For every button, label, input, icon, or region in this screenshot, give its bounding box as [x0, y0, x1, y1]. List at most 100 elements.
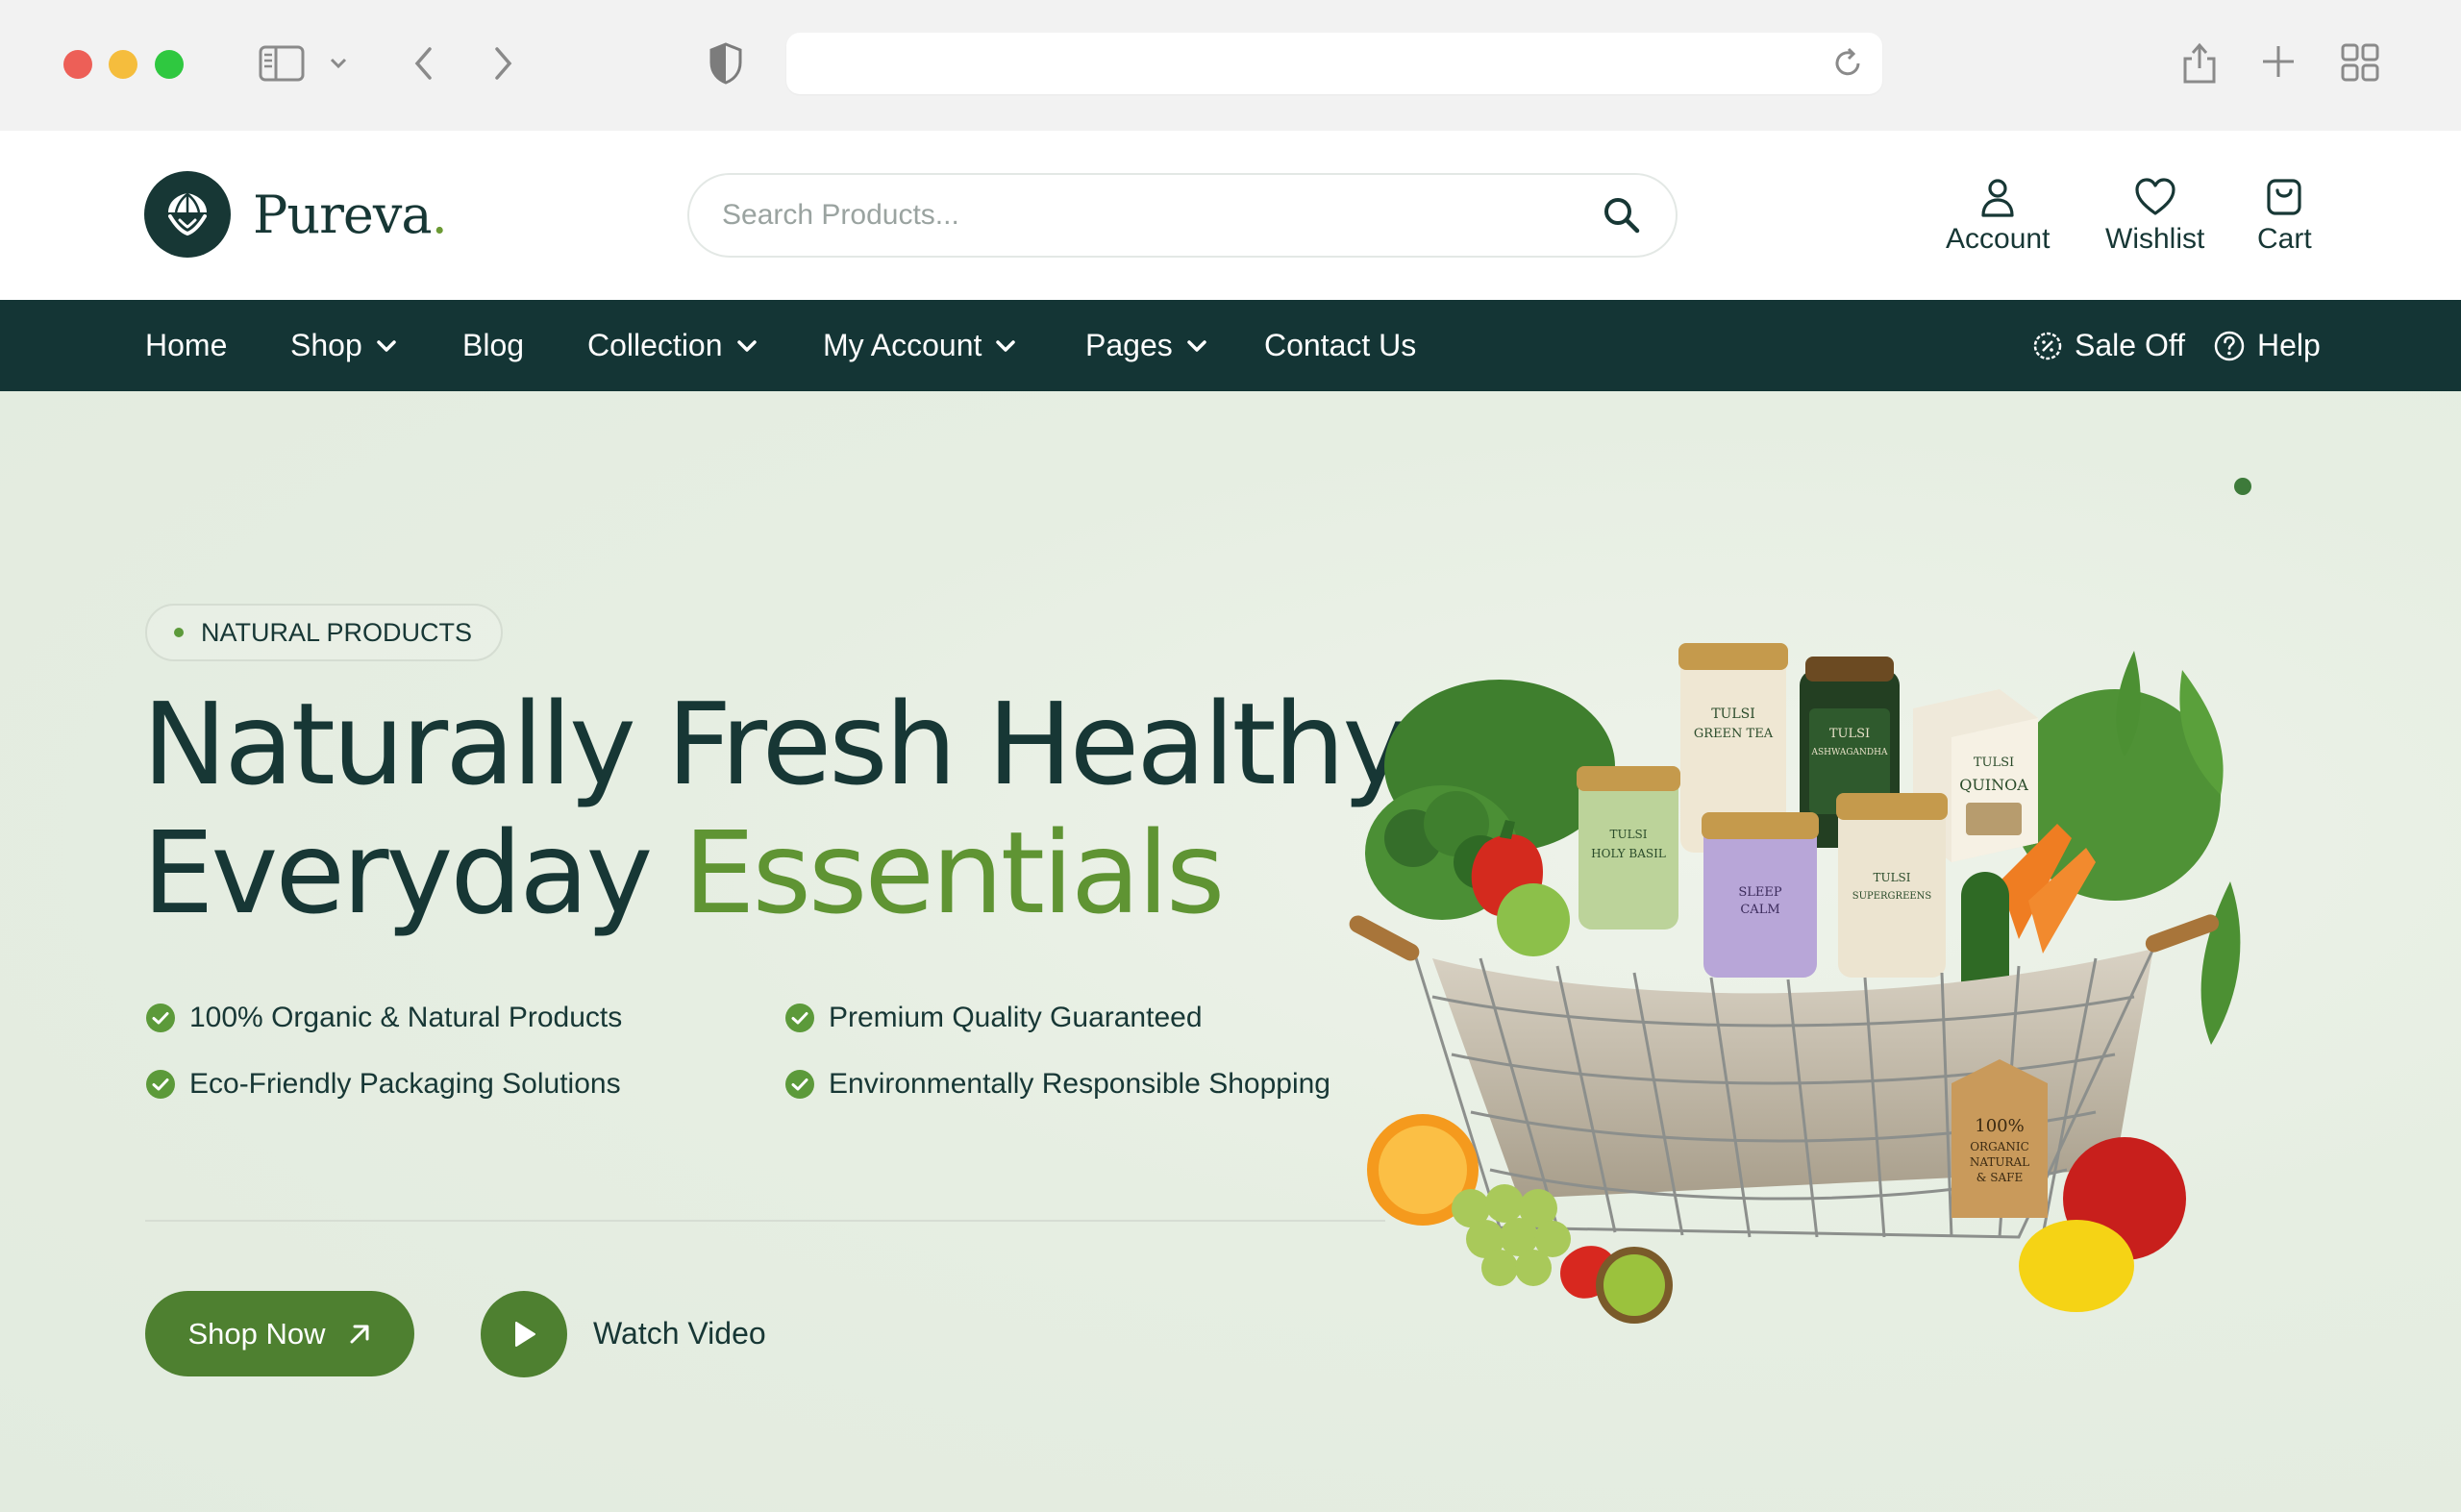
- badge-dot: [174, 628, 184, 637]
- basket-handle: [1349, 915, 1420, 961]
- jar-holy-basil: TULSI HOLY BASIL: [1577, 766, 1680, 930]
- svg-text:QUINOA: QUINOA: [1959, 776, 2028, 794]
- main-nav: Home Shop Blog Collection My Account Pag…: [0, 300, 2461, 391]
- nav-item-blog[interactable]: Blog: [462, 300, 524, 391]
- svg-text:TULSI: TULSI: [1873, 871, 1910, 884]
- address-bar[interactable]: [786, 33, 1882, 94]
- nav-item-pages[interactable]: Pages: [1085, 300, 1207, 391]
- hero-product-basket-image: TULSI GREEN TEA TULSI ASHWAGANDHA TULSI …: [1349, 643, 2241, 1324]
- nav-item-shop[interactable]: Shop: [290, 300, 397, 391]
- brand-dot: .: [431, 185, 448, 245]
- feature-item: Premium Quality Guaranteed: [784, 1002, 1203, 1034]
- feature-item: Eco-Friendly Packaging Solutions: [145, 1068, 621, 1101]
- jar-sleep-calm: SLEEP CALM: [1702, 812, 1819, 978]
- browser-toolbar: [0, 0, 2461, 131]
- share-icon[interactable]: [2178, 37, 2221, 87]
- svg-text:ASHWAGANDHA: ASHWAGANDHA: [1811, 748, 1888, 757]
- green-apple: [1497, 883, 1570, 956]
- chevron-down-icon[interactable]: [327, 54, 350, 73]
- nav-item-home[interactable]: Home: [145, 300, 227, 391]
- shop-now-button[interactable]: Shop Now: [145, 1291, 414, 1376]
- nav-item-collection[interactable]: Collection: [587, 300, 758, 391]
- help-icon: [2214, 331, 2245, 360]
- svg-text:TULSI: TULSI: [1974, 756, 2014, 770]
- hero-badge-text: NATURAL PRODUCTS: [201, 617, 473, 647]
- help-label: Help: [2257, 328, 2321, 362]
- headline-line-2: Everyday Essentials: [142, 808, 1406, 937]
- check-circle-icon: [784, 1003, 815, 1033]
- slider-dot[interactable]: [2234, 478, 2251, 495]
- forward-icon[interactable]: [486, 42, 519, 85]
- tab-overview-icon[interactable]: [2340, 42, 2380, 83]
- shop-now-label: Shop Now: [187, 1316, 326, 1351]
- minimize-window-button[interactable]: [109, 50, 137, 79]
- hero-headline: Naturally Fresh Healthy Everyday Essenti…: [142, 678, 1409, 937]
- feature-item: 100% Organic & Natural Products: [145, 1002, 622, 1034]
- close-window-button[interactable]: [63, 50, 92, 79]
- lemon: [2019, 1220, 2134, 1312]
- hero-badge: NATURAL PRODUCTS: [145, 604, 504, 661]
- check-circle-icon: [784, 1069, 815, 1100]
- nav-label: Home: [145, 328, 228, 362]
- chevron-down-icon: [1186, 339, 1207, 353]
- headline-line-1: Naturally Fresh Healthy: [142, 678, 1409, 810]
- svg-text:NATURAL: NATURAL: [1970, 1155, 2029, 1169]
- brand-logo-icon[interactable]: [144, 171, 231, 258]
- search-input[interactable]: [722, 175, 1587, 256]
- account-link[interactable]: Account: [1946, 177, 2050, 256]
- check-circle-icon: [145, 1003, 176, 1033]
- jar-supergreens: TULSI SUPERGREENS: [1836, 793, 1948, 978]
- back-icon[interactable]: [408, 42, 440, 85]
- watch-video-link[interactable]: Watch Video: [593, 1316, 766, 1351]
- svg-text:SLEEP: SLEEP: [1738, 885, 1782, 900]
- svg-text:TULSI: TULSI: [1609, 828, 1647, 841]
- feature-text: Premium Quality Guaranteed: [829, 1002, 1203, 1033]
- heart-icon: [2135, 178, 2175, 215]
- svg-text:TULSI: TULSI: [1711, 706, 1755, 722]
- play-icon: [515, 1322, 535, 1347]
- nav-label: Contact Us: [1264, 328, 1417, 362]
- feature-item: Environmentally Responsible Shopping: [784, 1068, 1330, 1101]
- headline-accent: Essentials: [683, 806, 1226, 939]
- svg-text:GREEN TEA: GREEN TEA: [1694, 727, 1774, 741]
- account-label: Account: [1946, 223, 2051, 255]
- check-circle-icon: [145, 1069, 176, 1100]
- discount-icon: [2033, 332, 2062, 359]
- grapes: [1452, 1184, 1571, 1286]
- svg-text:SUPERGREENS: SUPERGREENS: [1852, 891, 1932, 902]
- site-header: Pureva. Account Wishlist Cart: [0, 131, 2461, 300]
- brand-name-text: Pureva: [253, 185, 433, 245]
- chevron-down-icon: [736, 339, 758, 353]
- svg-text:& SAFE: & SAFE: [1976, 1171, 2023, 1184]
- brand-name[interactable]: Pureva.: [253, 185, 448, 245]
- sidebar-icon[interactable]: [258, 42, 306, 85]
- wishlist-label: Wishlist: [2105, 223, 2205, 255]
- nav-item-my-account[interactable]: My Account: [823, 300, 1016, 391]
- bag-icon: [2267, 179, 2301, 215]
- wishlist-link[interactable]: Wishlist: [2105, 177, 2204, 256]
- headline-part-a: Everyday: [142, 806, 684, 939]
- feature-text: Eco-Friendly Packaging Solutions: [189, 1068, 621, 1100]
- svg-text:100%: 100%: [1975, 1116, 2024, 1136]
- svg-text:HOLY BASIL: HOLY BASIL: [1591, 847, 1666, 860]
- shield-icon[interactable]: [706, 40, 746, 87]
- play-video-button[interactable]: [481, 1291, 567, 1377]
- chevron-down-icon: [376, 339, 397, 353]
- cart-link[interactable]: Cart: [2257, 177, 2312, 256]
- zoom-window-button[interactable]: [155, 50, 184, 79]
- search-bar: [687, 173, 1678, 258]
- feature-text: Environmentally Responsible Shopping: [829, 1068, 1330, 1100]
- reload-icon[interactable]: [1830, 46, 1865, 81]
- sale-off-label: Sale Off: [2075, 328, 2186, 362]
- nav-label: Pages: [1085, 328, 1173, 362]
- arrow-up-right-icon: [350, 1325, 369, 1343]
- nav-item-contact[interactable]: Contact Us: [1264, 300, 1416, 391]
- new-tab-icon[interactable]: [2259, 42, 2298, 81]
- organic-tag: 100% ORGANIC NATURAL & SAFE: [1951, 1059, 2048, 1218]
- nav-label: Collection: [587, 328, 723, 362]
- search-icon[interactable]: [1603, 196, 1641, 239]
- nav-label: Blog: [462, 328, 525, 362]
- sale-off-link[interactable]: Sale Off: [2032, 300, 2185, 391]
- svg-text:ORGANIC: ORGANIC: [1970, 1140, 2029, 1153]
- help-link[interactable]: Help: [2213, 300, 2321, 391]
